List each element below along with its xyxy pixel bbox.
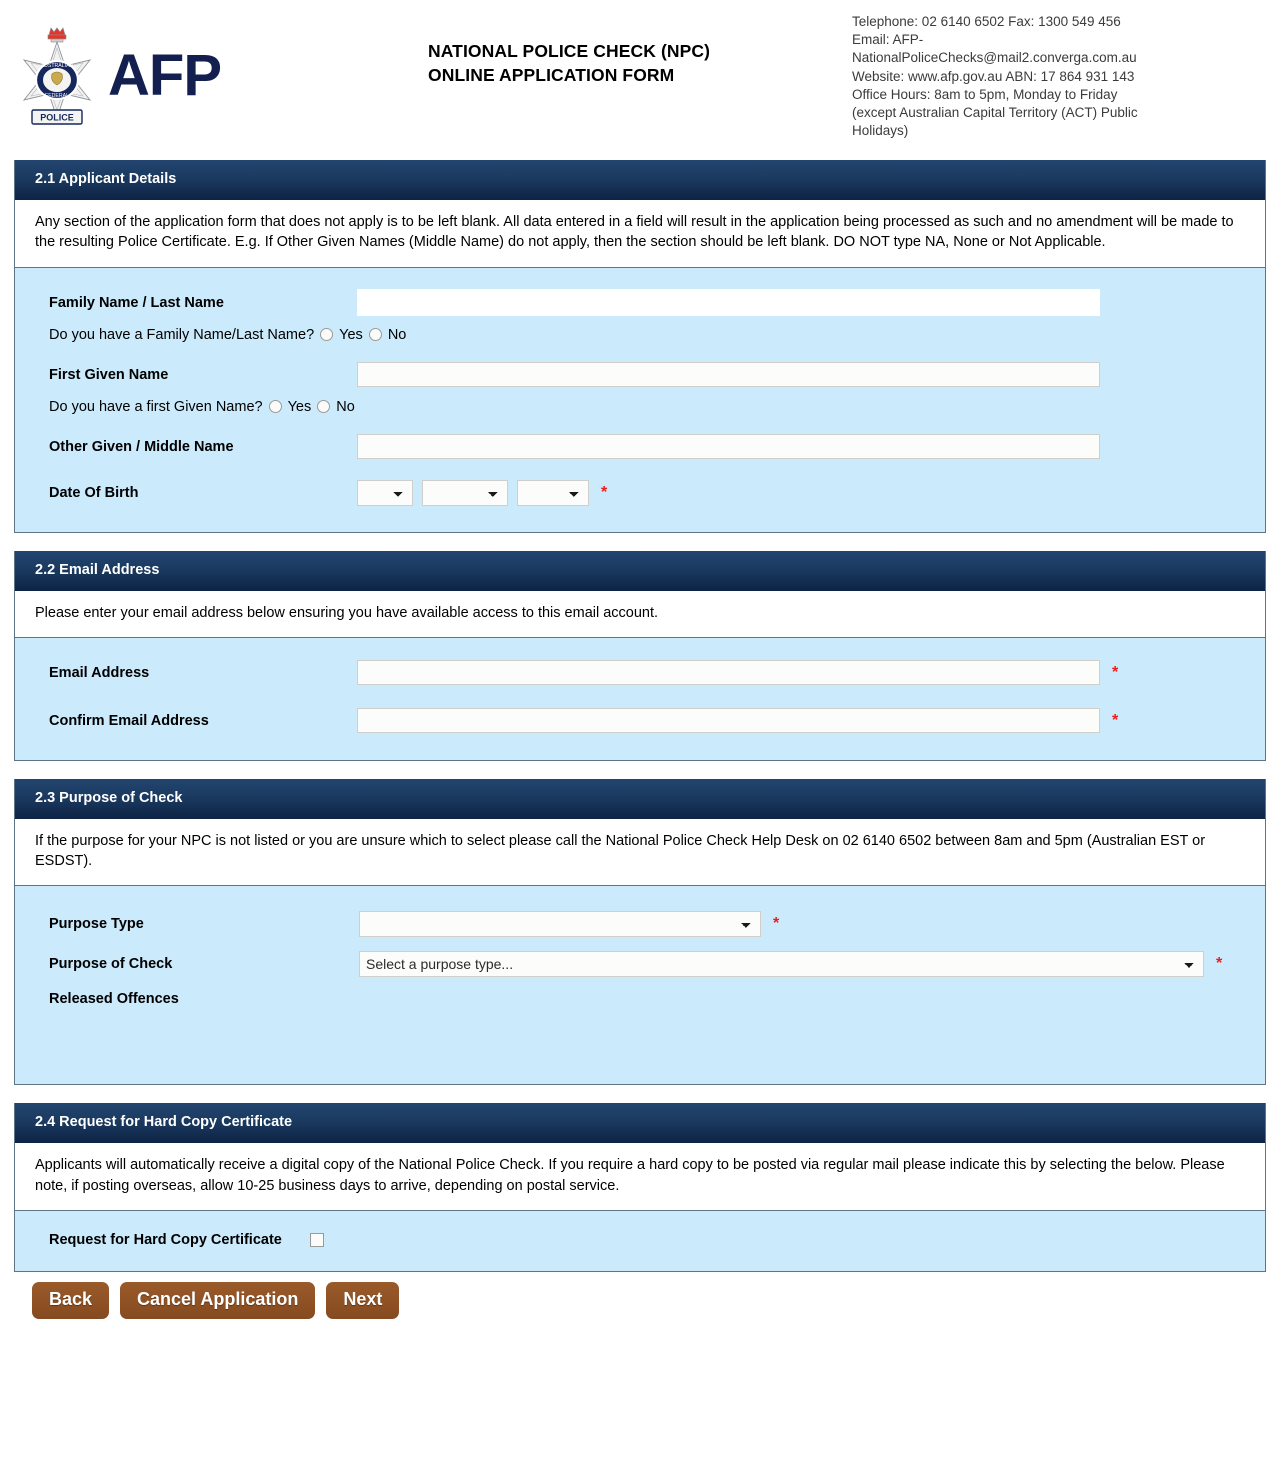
purpose-of-check-select[interactable]: Select a purpose type... <box>359 951 1204 978</box>
confirm-email-required-asterisk: * <box>1112 711 1119 729</box>
released-offences-label: Released Offences <box>49 991 179 1008</box>
section-applicant-details-body: Family Name / Last Name Do you have a Fa… <box>15 267 1265 532</box>
date-of-birth-row: Date Of Birth * <box>15 464 1265 510</box>
section-applicant-details-header: 2.1 Applicant Details <box>15 160 1265 200</box>
purpose-of-check-row: Purpose of Check Select a purpose type..… <box>15 944 1265 984</box>
date-of-birth-group <box>357 479 589 506</box>
section-purpose-of-check-header: 2.3 Purpose of Check <box>15 778 1265 819</box>
email-address-row: Email Address * <box>15 656 1265 690</box>
contact-website-abn: Website: www.afp.gov.au ABN: 17 864 931 … <box>852 68 1135 84</box>
email-address-input[interactable] <box>357 660 1100 686</box>
purpose-of-check-required-asterisk: * <box>1216 955 1223 973</box>
first-given-name-row: First Given Name <box>15 350 1265 392</box>
family-name-row: Family Name / Last Name <box>15 286 1265 320</box>
contact-info: Telephone: 02 6140 6502 Fax: 1300 549 45… <box>852 13 1212 141</box>
afp-crest-icon: AUSTRALIAN FEDERAL POLICE <box>8 22 106 130</box>
purpose-type-select[interactable] <box>359 911 761 938</box>
family-name-yes-radio[interactable] <box>320 328 334 342</box>
family-name-question-label: Do you have a Family Name/Last Name? <box>49 326 315 343</box>
dob-required-asterisk: * <box>601 483 608 501</box>
email-address-required-asterisk: * <box>1112 663 1119 681</box>
section-email-address-header: 2.2 Email Address <box>15 550 1265 591</box>
section-email-address-body: Email Address * Confirm Email Address * <box>15 637 1265 760</box>
purpose-of-check-label: Purpose of Check <box>49 956 173 973</box>
svg-text:POLICE: POLICE <box>40 113 74 123</box>
svg-text:AUSTRALIAN: AUSTRALIAN <box>41 63 74 69</box>
back-button[interactable]: Back <box>32 1282 110 1320</box>
first-given-name-label: First Given Name <box>49 366 169 383</box>
section-hard-copy-certificate-header: 2.4 Request for Hard Copy Certificate <box>15 1103 1265 1144</box>
section-email-address-note: Please enter your email address below en… <box>15 590 1265 638</box>
contact-holidays-2: Holidays) <box>852 123 909 139</box>
hard-copy-certificate-row: Request for Hard Copy Certificate <box>15 1227 1265 1253</box>
date-of-birth-label: Date Of Birth <box>49 484 139 501</box>
form-button-bar: Back Cancel Application Next <box>0 1272 1280 1320</box>
contact-email-label: Email: AFP- <box>852 32 924 48</box>
other-given-name-input[interactable] <box>357 434 1100 460</box>
first-given-name-no-label: No <box>336 398 355 415</box>
hard-copy-certificate-checkbox[interactable] <box>309 1233 324 1248</box>
dob-day-select[interactable] <box>357 479 413 506</box>
family-name-no-label: No <box>387 326 407 343</box>
family-name-input[interactable] <box>357 289 1100 317</box>
released-offences-row: Released Offences <box>15 984 1265 1014</box>
section-applicant-details-note: Any section of the application form that… <box>15 200 1265 268</box>
page-title-line-1: NATIONAL POLICE CHECK (NPC) <box>428 41 711 61</box>
page-title-line-2: ONLINE APPLICATION FORM <box>428 64 675 85</box>
confirm-email-address-label: Confirm Email Address <box>49 712 209 729</box>
first-given-name-yes-label: Yes <box>287 398 312 415</box>
section-hard-copy-certificate-note: Applicants will automatically receive a … <box>15 1143 1265 1212</box>
section-purpose-of-check-note: If the purpose for your NPC is not liste… <box>15 818 1265 887</box>
hard-copy-certificate-label: Request for Hard Copy Certificate <box>49 1232 282 1249</box>
purpose-type-required-asterisk: * <box>773 915 780 933</box>
family-name-question-row: Do you have a Family Name/Last Name? Yes… <box>15 320 1265 350</box>
cancel-application-button[interactable]: Cancel Application <box>120 1282 316 1320</box>
confirm-email-address-row: Confirm Email Address * <box>15 690 1265 738</box>
purpose-type-row: Purpose Type * <box>15 904 1265 944</box>
contact-holidays-1: (except Australian Capital Territory (AC… <box>852 105 1138 121</box>
page-header: AUSTRALIAN FEDERAL POLICE AFP NATIONAL P… <box>0 0 1280 160</box>
contact-telephone: Telephone: 02 6140 6502 Fax: 1300 549 45… <box>852 14 1121 29</box>
section-purpose-of-check: 2.3 Purpose of Check If the purpose for … <box>14 778 1266 1086</box>
family-name-label: Family Name / Last Name <box>49 294 224 311</box>
email-address-label: Email Address <box>49 664 150 681</box>
first-given-name-no-radio[interactable] <box>317 400 331 414</box>
section-hard-copy-certificate-body: Request for Hard Copy Certificate <box>15 1211 1265 1272</box>
afp-logo: AUSTRALIAN FEDERAL POLICE AFP <box>8 22 222 130</box>
first-given-name-input[interactable] <box>357 362 1100 388</box>
afp-logo-text: AFP <box>108 43 222 108</box>
dob-year-select[interactable] <box>517 479 589 506</box>
section-purpose-of-check-body: Purpose Type * Purpose of Check Select a… <box>15 886 1265 1085</box>
family-name-yes-label: Yes <box>339 326 363 343</box>
first-given-name-yes-radio[interactable] <box>268 400 282 414</box>
svg-text:FEDERAL: FEDERAL <box>45 93 69 99</box>
next-button[interactable]: Next <box>326 1282 400 1320</box>
section-hard-copy-certificate: 2.4 Request for Hard Copy Certificate Ap… <box>14 1103 1266 1273</box>
other-given-name-label: Other Given / Middle Name <box>49 438 234 455</box>
other-given-name-row: Other Given / Middle Name <box>15 422 1265 464</box>
purpose-type-label: Purpose Type <box>49 916 144 933</box>
section-applicant-details: 2.1 Applicant Details Any section of the… <box>14 160 1266 533</box>
page-title: NATIONAL POLICE CHECK (NPC) ONLINE APPLI… <box>428 40 710 87</box>
contact-office-hours: Office Hours: 8am to 5pm, Monday to Frid… <box>852 86 1118 102</box>
contact-email-address: NationalPoliceChecks@mail2.converga.com.… <box>852 50 1137 66</box>
first-given-name-question-label: Do you have a first Given Name? <box>49 398 263 415</box>
dob-month-select[interactable] <box>422 479 508 506</box>
first-given-name-question-row: Do you have a first Given Name? Yes No <box>15 392 1265 422</box>
confirm-email-address-input[interactable] <box>357 708 1100 734</box>
section-email-address: 2.2 Email Address Please enter your emai… <box>14 550 1266 761</box>
family-name-no-radio[interactable] <box>368 328 382 342</box>
